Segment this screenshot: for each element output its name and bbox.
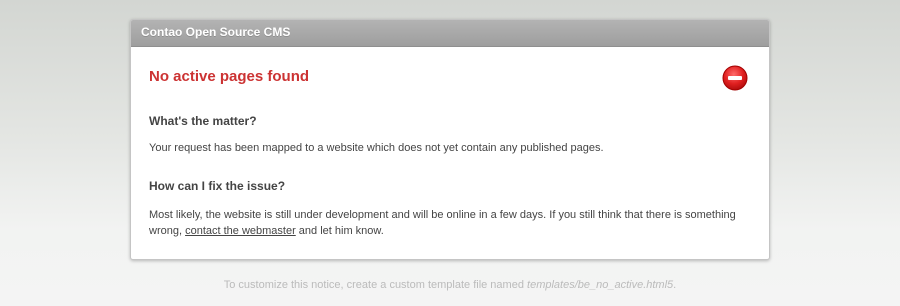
stop-icon — [722, 65, 748, 91]
page-title: No active pages found — [149, 68, 310, 85]
contact-webmaster-link[interactable]: contact the webmaster — [185, 225, 296, 237]
fix-heading: How can I fix the issue? — [149, 179, 286, 193]
notice-panel: Contao Open Source CMS No active pages f… — [130, 19, 770, 260]
panel-header: Contao Open Source CMS — [131, 20, 769, 47]
fix-text: Most likely, the website is still under … — [149, 207, 749, 239]
customize-notice: To customize this notice, create a custo… — [0, 279, 900, 291]
fix-text-after: and let him know. — [295, 225, 384, 237]
matter-heading: What's the matter? — [149, 114, 257, 128]
customize-text-before: To customize this notice, create a custo… — [223, 279, 528, 291]
customize-text-after: . — [673, 279, 677, 291]
template-filename: templates/be_no_active.html5 — [527, 279, 674, 291]
matter-text: Your request has been mapped to a websit… — [149, 142, 604, 154]
